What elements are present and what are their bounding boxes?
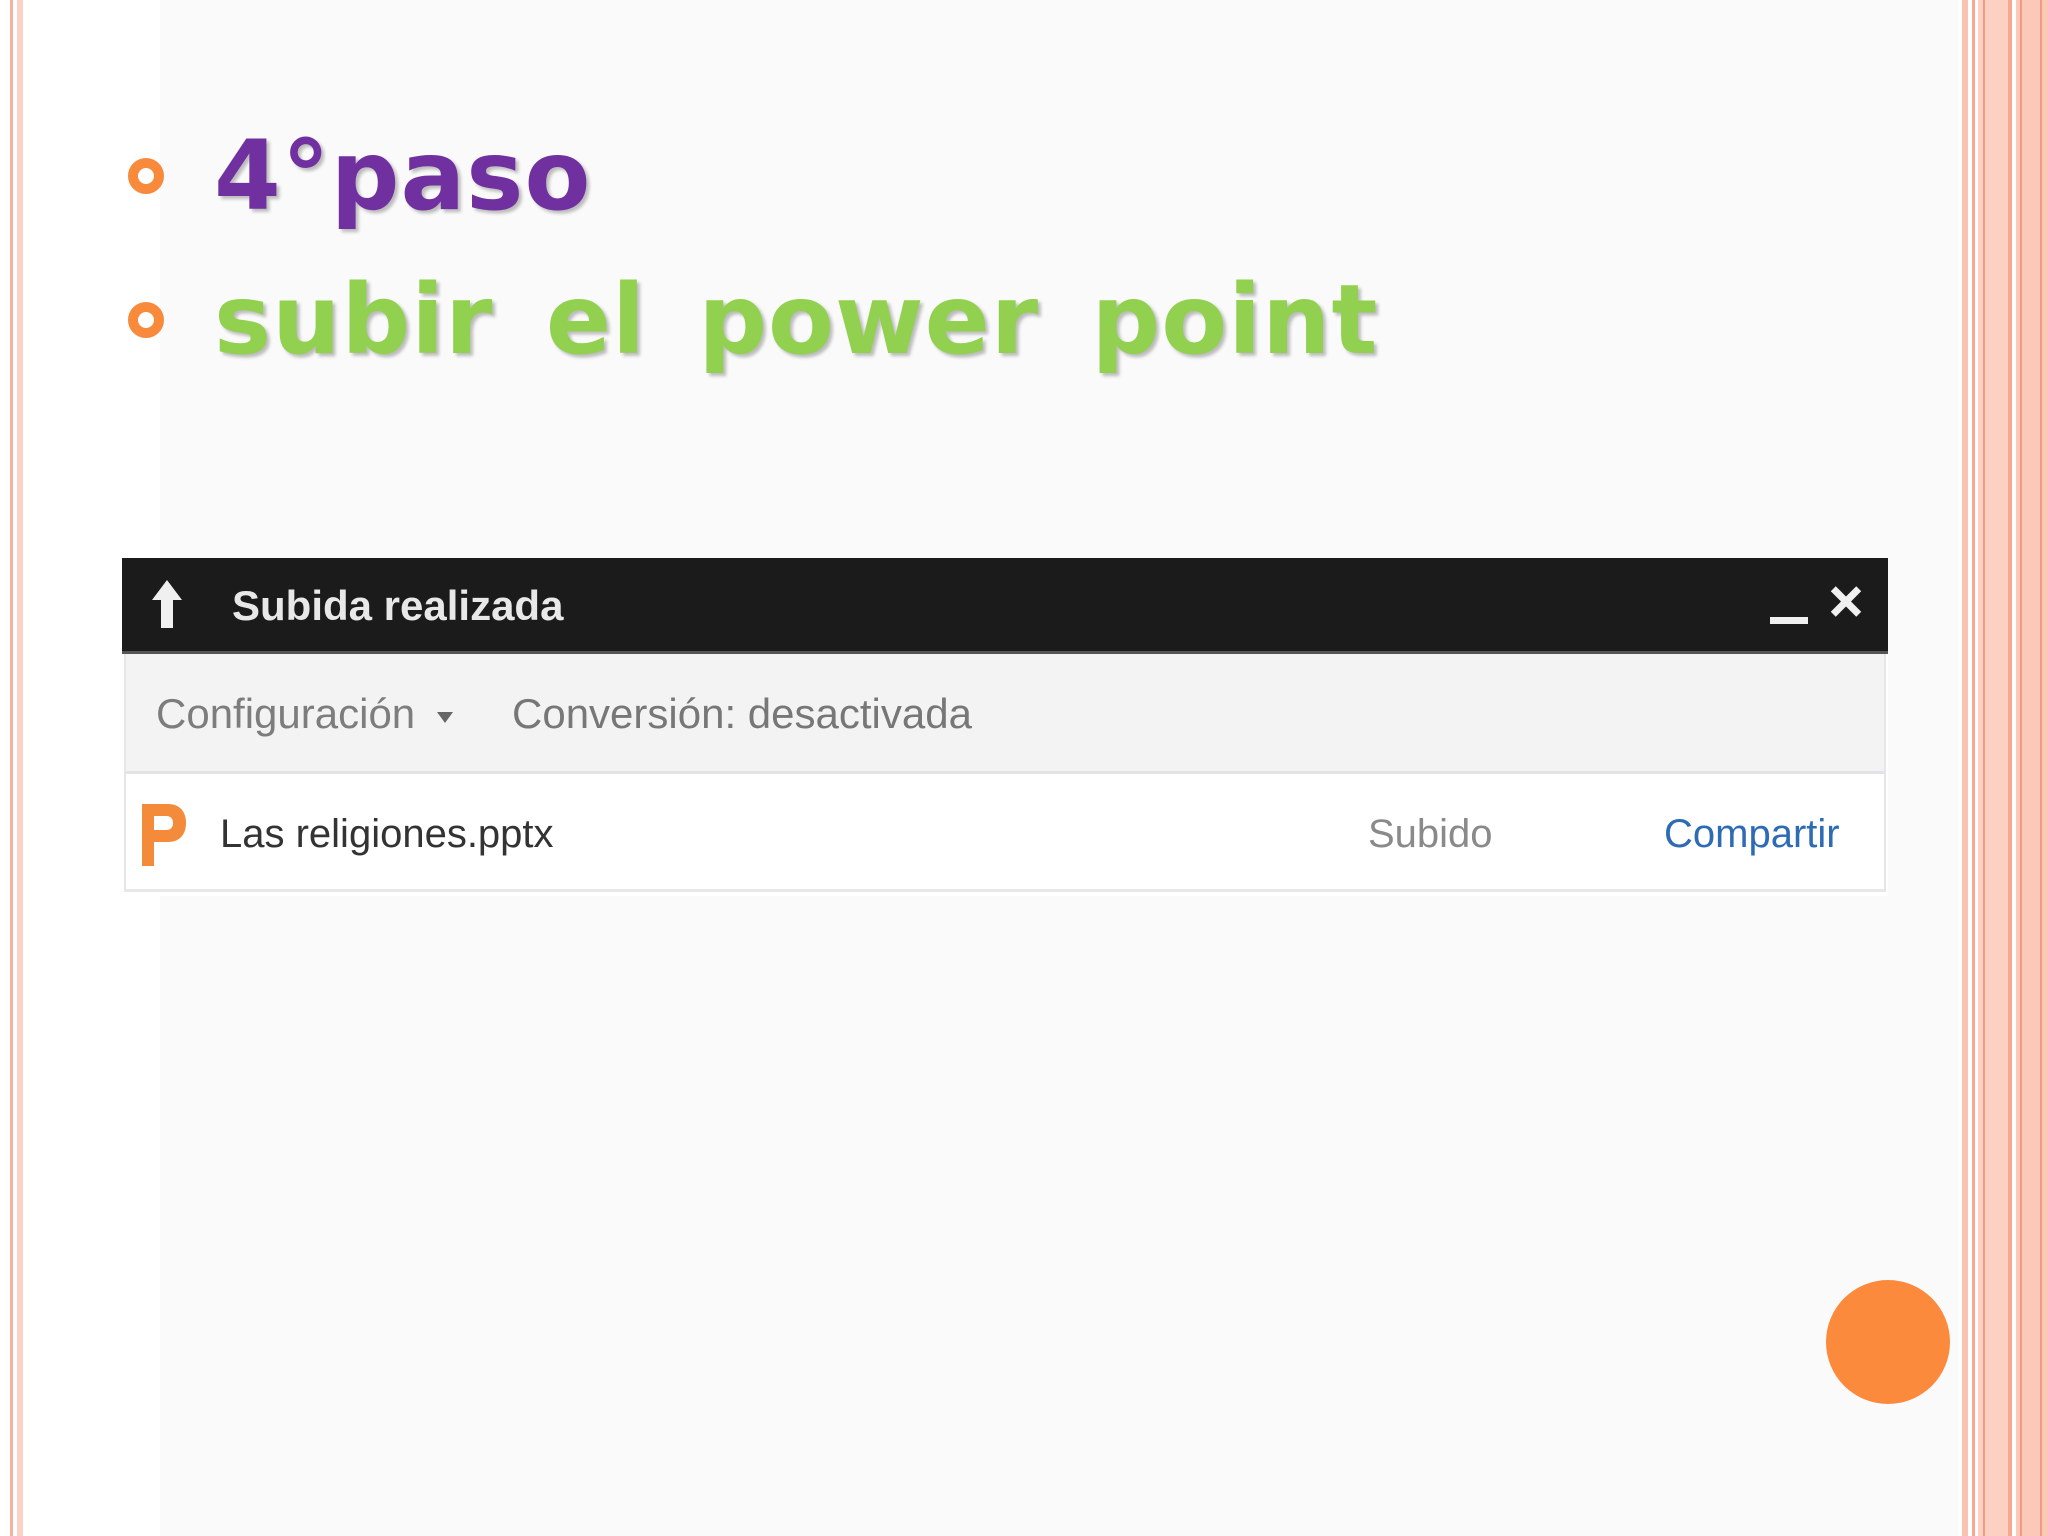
caret-down-icon bbox=[437, 711, 454, 723]
bullet-ring-icon bbox=[128, 158, 164, 194]
powerpoint-icon bbox=[142, 804, 186, 866]
upload-panel: Subida realizada Configuración Conversió… bbox=[122, 558, 1888, 896]
settings-dropdown[interactable]: Configuración bbox=[156, 690, 454, 738]
bullet-text: 4°paso bbox=[214, 120, 592, 232]
bullet-text: subir el power point bbox=[214, 264, 1379, 376]
file-name: Las religiones.pptx bbox=[220, 812, 554, 856]
slide: 4°paso subir el power point Subida reali… bbox=[0, 0, 2048, 1536]
upload-arrow-icon bbox=[152, 580, 182, 628]
right-border-stripe bbox=[2040, 0, 2042, 1536]
file-status: Subido bbox=[1368, 812, 1493, 856]
close-icon[interactable] bbox=[1824, 580, 1868, 624]
right-border-stripe bbox=[2008, 0, 2012, 1536]
minimize-icon[interactable] bbox=[1768, 588, 1810, 628]
upload-panel-toolbar: Configuración Conversión: desactivada bbox=[124, 654, 1886, 774]
upload-panel-header: Subida realizada bbox=[122, 558, 1888, 654]
decorative-circle bbox=[1826, 1280, 1950, 1404]
share-link[interactable]: Compartir bbox=[1664, 810, 1840, 858]
conversion-status: Conversión: desactivada bbox=[512, 690, 972, 737]
bullet-instruction: subir el power point bbox=[128, 272, 1378, 368]
left-border-stripe bbox=[17, 0, 23, 1536]
upload-file-row: Las religiones.pptx Subido Compartir bbox=[124, 774, 1886, 892]
right-border-stripe bbox=[1962, 0, 1968, 1536]
left-border-stripe bbox=[10, 0, 13, 1536]
bullet-ring-icon bbox=[128, 302, 164, 338]
bullet-step: 4°paso bbox=[128, 128, 591, 224]
right-border-stripe bbox=[1972, 0, 1975, 1536]
right-border-stripe bbox=[1983, 0, 1985, 1536]
upload-panel-title: Subida realizada bbox=[232, 582, 564, 629]
settings-label: Configuración bbox=[156, 690, 416, 737]
right-border-stripe bbox=[2020, 0, 2022, 1536]
